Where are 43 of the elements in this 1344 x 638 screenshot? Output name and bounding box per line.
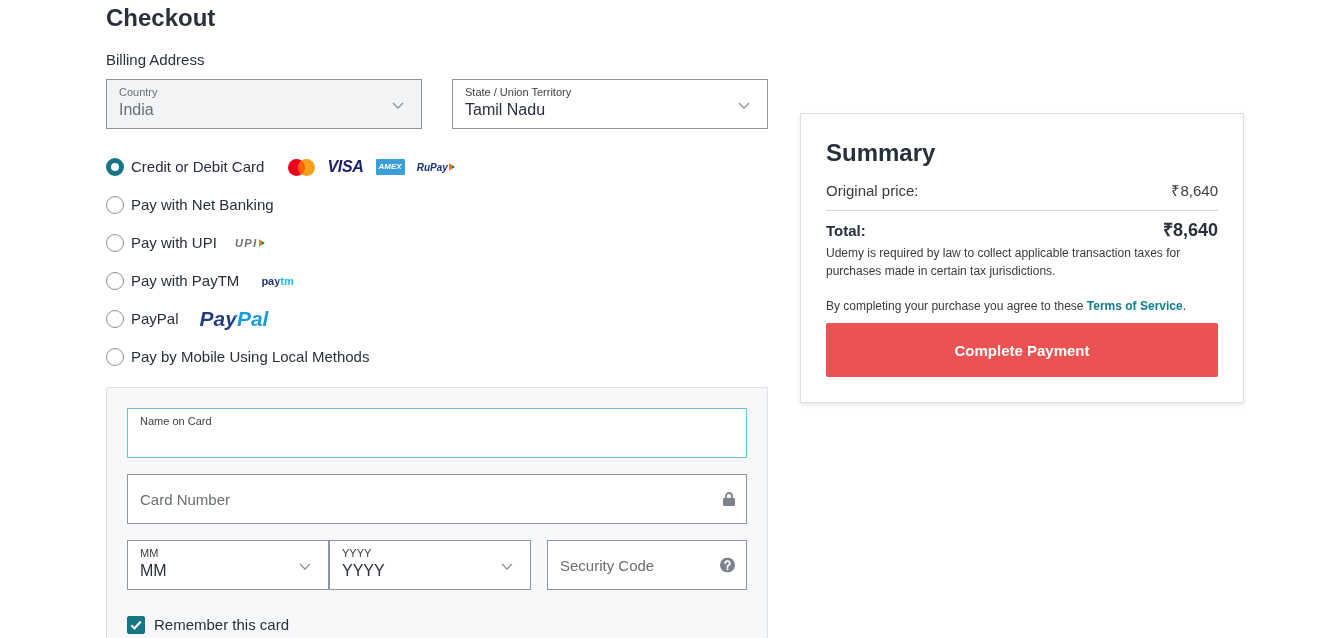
lock-icon bbox=[723, 492, 735, 506]
two-circles-icon bbox=[288, 158, 316, 176]
radio-button[interactable] bbox=[106, 196, 124, 214]
price-label: Total: bbox=[826, 221, 866, 241]
chevron-down-icon bbox=[501, 563, 513, 570]
payment-option-label[interactable]: Credit or Debit Card bbox=[131, 157, 265, 177]
agreement-text: By completing your purchase you agree to these Terms of Service. bbox=[826, 298, 1187, 315]
help-icon[interactable] bbox=[720, 557, 735, 573]
price-amount: ₹8,640 bbox=[1162, 219, 1218, 241]
radio-button[interactable] bbox=[106, 158, 124, 176]
input-field[interactable]: Name on Card bbox=[127, 408, 747, 458]
complete-payment-button[interactable]: Complete Payment bbox=[826, 323, 1218, 377]
amex-logo: AMEX bbox=[375, 159, 405, 175]
summary-title: Summary bbox=[826, 138, 936, 168]
payment-option-label[interactable]: Pay with UPI bbox=[131, 233, 217, 253]
section-heading: Billing Address bbox=[106, 51, 205, 69]
payment-option-label[interactable]: Pay with Net Banking bbox=[131, 195, 274, 215]
rupay-logo: RuPay bbox=[416, 161, 455, 173]
input-field[interactable]: Security Code bbox=[547, 540, 747, 590]
radio-button[interactable] bbox=[106, 272, 124, 290]
chevron-down-icon bbox=[299, 563, 311, 570]
payment-option-label[interactable]: PayPal bbox=[131, 309, 179, 329]
chevron-down-icon bbox=[392, 102, 404, 109]
price-amount: ₹8,640 bbox=[1171, 181, 1218, 201]
visa-logo: VISA bbox=[327, 158, 364, 176]
chevron-down-icon bbox=[738, 102, 750, 109]
price-label: Original price: bbox=[826, 181, 919, 201]
radio-button[interactable] bbox=[106, 234, 124, 252]
paytm-logo: paytm bbox=[261, 275, 294, 287]
checkbox[interactable] bbox=[127, 616, 145, 634]
payment-option-label[interactable]: Pay by Mobile Using Local Methods bbox=[131, 347, 370, 367]
input-field[interactable]: Card Number bbox=[127, 474, 747, 524]
tax-note: Udemy is required by law to collect applicable transaction taxes for purchases made in certain tax jurisdictions. bbox=[826, 245, 1182, 280]
upi-logo: UPI bbox=[234, 237, 265, 249]
dropdown-field[interactable]: YYYY YYYY bbox=[329, 540, 531, 590]
radio-button[interactable] bbox=[106, 348, 124, 366]
checkbox-label[interactable]: Remember this card bbox=[154, 616, 290, 634]
page-title: Checkout bbox=[106, 3, 216, 33]
terms-link[interactable]: Terms of Service bbox=[1086, 299, 1183, 313]
radio-button[interactable] bbox=[106, 310, 124, 328]
dropdown-field[interactable]: State / Union Territory Tamil Nadu bbox=[452, 79, 768, 129]
payment-option-label[interactable]: Pay with PayTM bbox=[131, 271, 240, 291]
dropdown-field[interactable]: MM MM bbox=[127, 540, 329, 590]
